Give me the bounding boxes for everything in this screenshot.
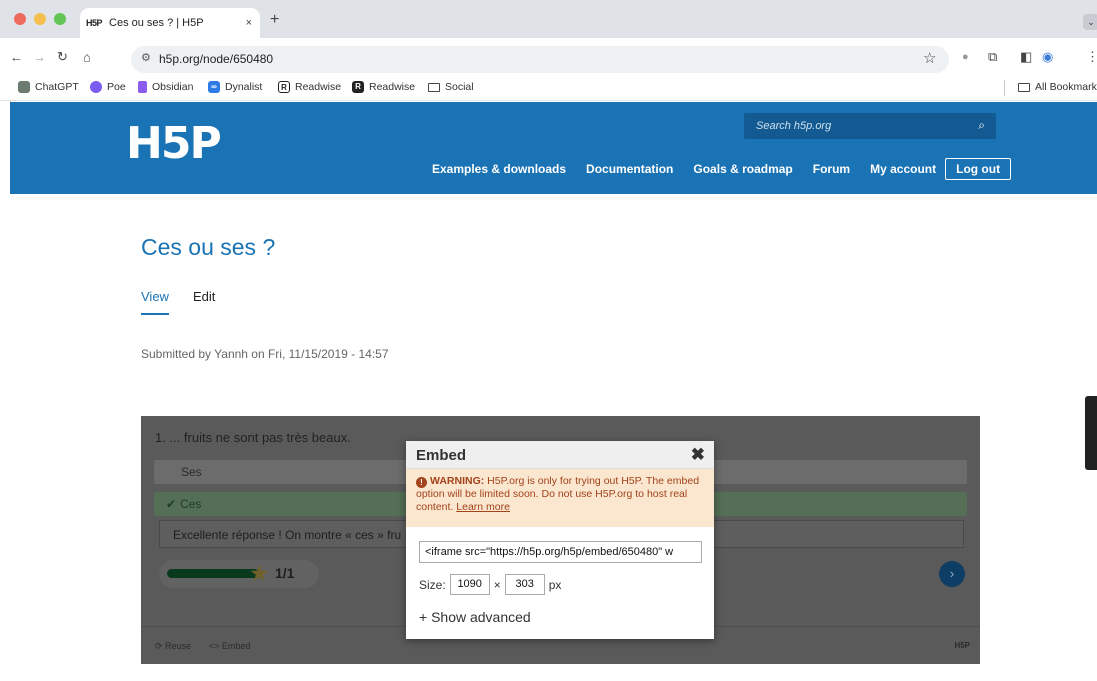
h5p-favicon-icon: H5P — [86, 18, 103, 28]
browser-tab[interactable]: H5P Ces ou ses ? | H5P × — [80, 8, 260, 38]
next-button[interactable]: › — [939, 561, 965, 587]
size-row: Size: 1090 × 303 px — [419, 574, 561, 595]
bookmark-chatgpt[interactable]: ChatGPT — [18, 81, 79, 93]
tab-title: Ces ou ses ? | H5P — [109, 17, 204, 29]
question-text: 1. ... fruits ne sont pas très beaux. — [155, 430, 351, 445]
extension-circle-icon[interactable]: ● — [962, 51, 969, 63]
tab-close-icon[interactable]: × — [246, 17, 252, 29]
back-arrow-icon[interactable]: ← — [10, 50, 23, 65]
score-text: 1/1 — [275, 565, 295, 581]
learn-more-link[interactable]: Learn more — [456, 501, 510, 513]
tab-edit[interactable]: Edit — [193, 289, 215, 315]
answer-label: Ces — [180, 497, 202, 511]
bookmark-obsidian[interactable]: Obsidian — [138, 81, 193, 93]
forward-arrow-icon[interactable]: → — [33, 50, 46, 65]
show-advanced-toggle[interactable]: + Show advanced — [419, 609, 531, 625]
search-input[interactable] — [744, 113, 964, 139]
tab-strip: H5P Ces ou ses ? | H5P × + ⌄ — [0, 0, 1097, 38]
reload-icon[interactable]: ↻ — [57, 49, 68, 65]
home-icon[interactable]: ⌂ — [83, 50, 91, 65]
site-search: ⌕ — [744, 113, 996, 139]
score-bar: ★ 1/1 — [159, 560, 319, 588]
bookmark-readwise-2[interactable]: R Readwise — [352, 81, 415, 93]
embed-button[interactable]: <> Embed — [209, 641, 251, 651]
bookmark-dynalist[interactable]: ∞ Dynalist — [208, 81, 262, 93]
site-info-icon[interactable]: ⚙ — [141, 51, 151, 64]
size-label: Size: — [419, 577, 446, 592]
tab-search-chevron-icon[interactable]: ⌄ — [1083, 14, 1097, 30]
profile-avatar-icon[interactable]: ◉ — [1042, 49, 1053, 65]
unit-label: px — [548, 577, 562, 592]
dynalist-icon: ∞ — [208, 81, 220, 93]
new-tab-button[interactable]: + — [270, 11, 279, 29]
bookmark-label: ChatGPT — [35, 81, 79, 93]
bookmark-label: Readwise — [295, 81, 342, 93]
browser-window: H5P Ces ou ses ? | H5P × + ⌄ ← → ↻ ⌂ ● ⧉… — [0, 0, 1097, 681]
bookmark-label: Obsidian — [152, 81, 194, 93]
reuse-label: Reuse — [165, 641, 192, 651]
height-input[interactable]: 303 — [504, 574, 545, 595]
browser-menu-icon[interactable]: ⋮ — [1086, 49, 1097, 65]
extensions-puzzle-icon[interactable]: ⧉ — [988, 49, 997, 65]
folder-icon — [1018, 82, 1030, 92]
site-header: H5P ⌕ Examples & downloads Documentation… — [10, 102, 1097, 194]
warning-label: WARNING: — [430, 475, 485, 487]
bookmark-folder-social[interactable]: Social — [428, 81, 474, 93]
h5p-footer-logo[interactable]: H5P — [954, 641, 970, 650]
page-title: Ces ou ses ? — [141, 234, 276, 260]
close-icon[interactable]: ✖ — [691, 445, 705, 465]
bookmark-poe[interactable]: Poe — [90, 81, 126, 93]
bookmark-label: Poe — [107, 81, 126, 93]
poe-icon — [90, 81, 102, 93]
embed-dialog: Embed ✖ ! WARNING: H5P.org is only for tr… — [406, 441, 714, 639]
nav-goals-roadmap[interactable]: Goals & roadmap — [693, 162, 792, 176]
url-text[interactable]: h5p.org/node/650480 — [159, 52, 273, 66]
side-panel-icon[interactable]: ◧ — [1020, 49, 1032, 65]
page-tabs: View Edit — [141, 289, 239, 315]
tab-view[interactable]: View — [141, 289, 169, 315]
bookmark-label: Readwise — [369, 81, 416, 93]
bookmark-readwise-1[interactable]: R Readwise — [278, 81, 341, 93]
minimize-window-button[interactable] — [34, 13, 46, 25]
dialog-header: Embed ✖ — [406, 441, 714, 469]
all-bookmarks-label: All Bookmarks — [1035, 81, 1097, 93]
progress-fill — [167, 569, 259, 578]
width-input[interactable]: 1090 — [449, 574, 490, 595]
progress-bar — [167, 569, 259, 578]
folder-icon — [428, 82, 440, 92]
submitted-info: Submitted by Yannh on Fri, 11/15/2019 - … — [141, 347, 389, 361]
reuse-button[interactable]: ⟳ Reuse — [155, 641, 191, 652]
h5p-logo[interactable]: H5P — [126, 118, 222, 169]
warning-icon: ! — [416, 477, 427, 488]
nav-documentation[interactable]: Documentation — [586, 162, 673, 176]
readwise-icon: R — [352, 81, 364, 93]
nav-my-account[interactable]: My account — [870, 162, 936, 176]
embed-code-field[interactable]: <iframe src="https://h5p.org/h5p/embed/6… — [419, 541, 702, 563]
feedback-side-tab[interactable] — [1085, 396, 1097, 470]
obsidian-icon — [138, 81, 147, 93]
address-bar[interactable]: ⚙ h5p.org/node/650480 ☆ — [131, 46, 949, 73]
readwise-icon: R — [278, 81, 290, 93]
bookmark-label: Dynalist — [225, 81, 263, 93]
bookmark-label: Social — [445, 81, 474, 93]
close-window-button[interactable] — [14, 13, 26, 25]
embed-label: Embed — [222, 641, 251, 651]
checkmark-icon: ✔ — [166, 497, 177, 511]
all-bookmarks-folder[interactable]: All Bookmarks — [1018, 81, 1097, 93]
main-nav: Examples & downloads Documentation Goals… — [432, 158, 1012, 180]
star-icon: ★ — [249, 560, 270, 586]
chatgpt-icon — [18, 81, 30, 93]
dialog-title: Embed — [416, 447, 467, 464]
times-sign: × — [493, 577, 501, 592]
nav-examples-downloads[interactable]: Examples & downloads — [432, 162, 566, 176]
bookmarks-bar: ChatGPT Poe Obsidian ∞ Dynalist R Readwise… — [0, 76, 1097, 101]
warning-box: ! WARNING: H5P.org is only for trying out… — [406, 469, 714, 527]
bookmark-star-icon[interactable]: ☆ — [923, 49, 936, 67]
search-icon[interactable]: ⌕ — [978, 118, 985, 133]
logout-button[interactable]: Log out — [945, 158, 1012, 180]
nav-forum[interactable]: Forum — [813, 162, 850, 176]
maximize-window-button[interactable] — [54, 13, 66, 25]
bookmarks-separator — [1004, 80, 1005, 96]
